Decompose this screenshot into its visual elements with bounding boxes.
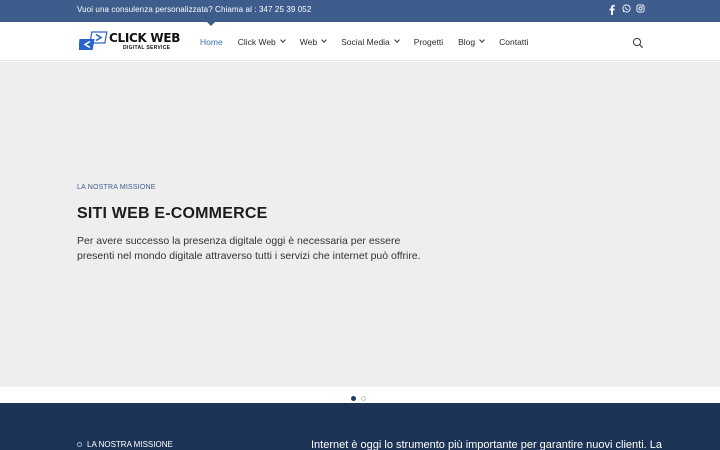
facebook-icon[interactable] [608, 4, 616, 16]
menu-item-web[interactable]: Web [299, 22, 327, 61]
chevron-down-icon [393, 37, 400, 43]
menu-item-label: Click Web [237, 36, 276, 47]
contact-text: Vuoi una consulenza personalizzata? Chia… [77, 5, 312, 14]
chevron-down-icon [321, 37, 327, 43]
hero-slider: LA NOSTRA MISSIONE SITI WEB E-COMMERCE P… [0, 62, 720, 387]
search-icon [632, 37, 644, 49]
main-menu: Home Click Web Web Social Media Progetti… [200, 21, 543, 61]
mission-eyebrow: LA NOSTRA MISSIONE [77, 440, 173, 449]
whatsapp-icon[interactable] [622, 4, 631, 16]
slider-dot-active[interactable] [351, 396, 356, 401]
hero-description: Per avere successo la presenza digitale … [77, 235, 421, 262]
logo-title: CLICK WEB [109, 31, 181, 45]
chevron-down-icon [479, 37, 485, 43]
logo-subtitle: DIGITAL SERVICE [123, 45, 171, 51]
menu-item-label: Blog [458, 36, 476, 47]
search-button[interactable] [632, 36, 644, 49]
top-bar: Vuoi una consulenza personalizzata? Chia… [0, 0, 720, 22]
mission-eyebrow-label: LA NOSTRA MISSIONE [87, 440, 173, 449]
logo[interactable]: CLICK WEB DIGITAL SERVICE [79, 30, 187, 54]
mission-text: Internet è oggi lo strumento più importa… [311, 439, 662, 450]
main-navbar: CLICK WEB DIGITAL SERVICE Home Click Web… [0, 21, 720, 61]
slider-pagination [351, 396, 366, 401]
menu-item-social-media[interactable]: Social Media [341, 22, 400, 61]
menu-item-blog[interactable]: Blog [458, 22, 485, 61]
logo-arrows-icon [79, 31, 108, 50]
menu-item-contatti[interactable]: Contatti [499, 22, 528, 61]
menu-item-label: Social Media [341, 36, 390, 47]
active-indicator [206, 21, 216, 26]
slider-dot[interactable] [361, 396, 366, 401]
hero-title: SITI WEB E-COMMERCE [77, 205, 268, 222]
menu-item-progetti[interactable]: Progetti [414, 22, 443, 61]
menu-item-label: Progetti [413, 36, 444, 47]
menu-item-label: Web [299, 36, 318, 47]
menu-item-label: Contatti [499, 36, 529, 47]
instagram-icon[interactable] [636, 4, 645, 16]
chevron-down-icon [279, 37, 286, 43]
menu-item-home[interactable]: Home [200, 21, 223, 61]
social-links [608, 4, 645, 16]
hero-eyebrow: LA NOSTRA MISSIONE [77, 184, 156, 191]
menu-item-click-web[interactable]: Click Web [237, 22, 286, 61]
menu-item-label: Home [200, 36, 223, 47]
mission-section: LA NOSTRA MISSIONE Internet è oggi lo st… [0, 403, 720, 450]
bullet-icon [77, 442, 82, 447]
